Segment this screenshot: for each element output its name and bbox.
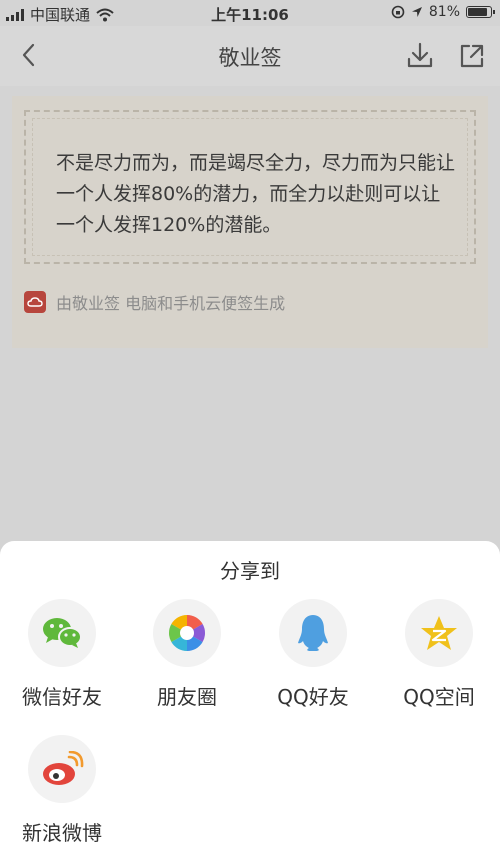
share-weibo[interactable]: 新浪微博 xyxy=(12,735,112,846)
share-item-label: QQ空间 xyxy=(403,685,475,709)
moments-icon xyxy=(153,599,221,667)
status-bar: 中国联通 上午11:06 81% xyxy=(0,0,500,26)
weibo-icon xyxy=(28,735,96,803)
share-qzone[interactable]: QQ空间 xyxy=(389,599,489,710)
navigation-bar: 敬业签 xyxy=(0,26,500,86)
orientation-lock-icon xyxy=(391,5,405,19)
share-moments[interactable]: 朋友圈 xyxy=(137,599,237,710)
wechat-icon xyxy=(28,599,96,667)
share-item-label: 微信好友 xyxy=(22,685,102,709)
battery-icon xyxy=(466,6,495,18)
share-item-label: 新浪微博 xyxy=(22,821,102,845)
qq-icon xyxy=(279,599,347,667)
brand-footer: 由敬业签 电脑和手机云便签生成 xyxy=(24,290,285,314)
battery-percent: 81% xyxy=(428,4,460,20)
note-quote: 不是尽力而为，而是竭尽全力，尽力而为只能让一个人发挥80%的潜力，而全力以赴则可… xyxy=(56,152,456,236)
share-item-label: QQ好友 xyxy=(277,685,349,709)
share-out-button[interactable] xyxy=(456,40,488,72)
brand-text: 由敬业签 电脑和手机云便签生成 xyxy=(56,294,286,313)
share-wechat-friends[interactable]: 微信好友 xyxy=(12,599,112,710)
share-qq-friends[interactable]: QQ好友 xyxy=(263,599,363,710)
share-item-label: 朋友圈 xyxy=(157,685,217,709)
qzone-icon xyxy=(405,599,473,667)
note-card: 不是尽力而为，而是竭尽全力，尽力而为只能让一个人发挥80%的潜力，而全力以赴则可… xyxy=(12,96,488,348)
location-icon xyxy=(411,7,422,17)
download-button[interactable] xyxy=(404,40,436,72)
share-sheet: 分享到 微信好友 朋友圈 QQ好友 QQ空间 新浪微博 xyxy=(0,541,500,865)
status-right: 81% xyxy=(391,4,495,20)
share-sheet-title: 分享到 xyxy=(220,559,280,583)
cloud-logo-icon xyxy=(24,291,46,313)
